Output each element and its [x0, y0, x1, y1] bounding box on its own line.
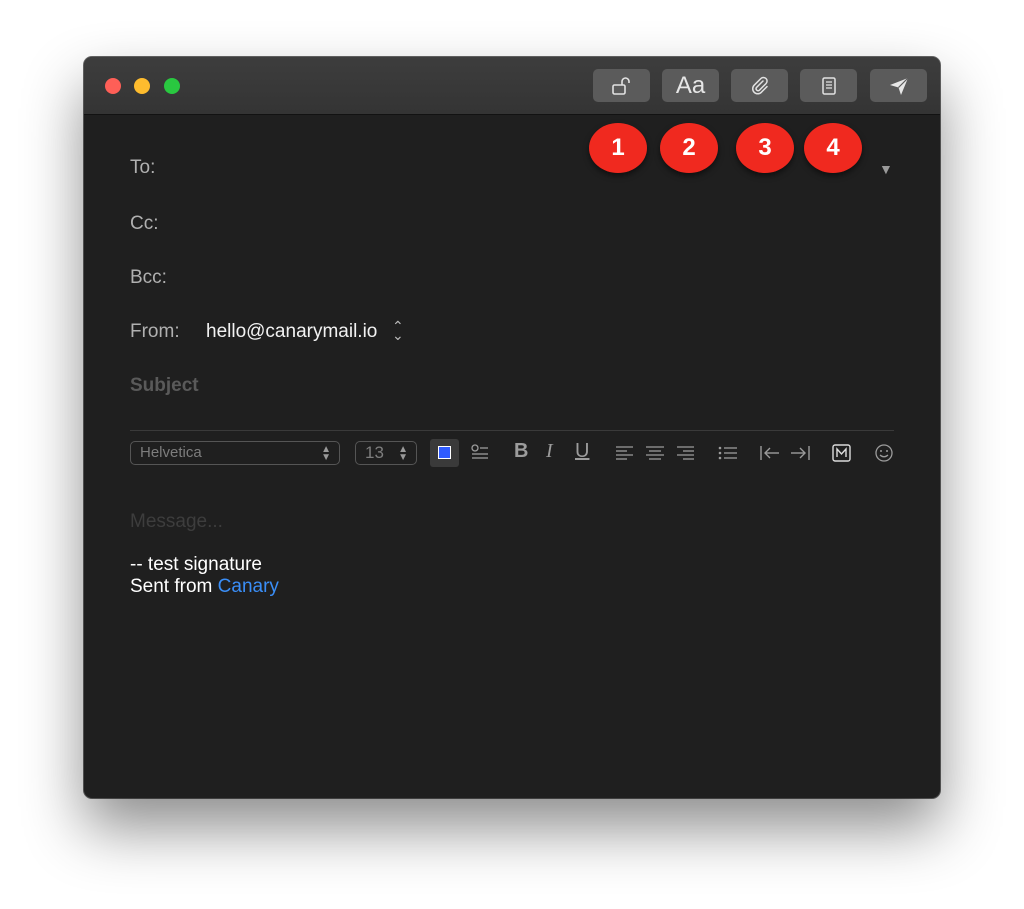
align-left-icon[interactable] — [615, 445, 635, 461]
highlight-icon[interactable] — [470, 443, 490, 463]
message-body-input[interactable]: Message... — [130, 511, 223, 533]
send-button[interactable] — [870, 69, 927, 102]
callout-badge-3: 3 — [736, 123, 794, 173]
align-center-icon[interactable] — [645, 445, 665, 461]
close-window-button[interactable] — [105, 78, 121, 94]
updown-icon: ▲ ▼ — [321, 444, 331, 463]
subject-input[interactable]: Subject — [130, 375, 199, 397]
zoom-window-button[interactable] — [164, 78, 180, 94]
emoji-icon[interactable] — [874, 443, 894, 463]
outdent-icon[interactable] — [759, 443, 781, 463]
callout-badge-4: 4 — [804, 123, 862, 173]
cc-label: Cc: — [130, 213, 159, 234]
divider — [130, 430, 894, 431]
font-size-select[interactable]: 13 ▲ ▼ — [355, 441, 417, 465]
format-button[interactable]: Aa — [662, 69, 719, 102]
callout-badge-1: 1 — [589, 123, 647, 173]
callout-badge-2: 2 — [660, 123, 718, 173]
signature-sent-from: Sent from Canary — [130, 576, 279, 598]
unlock-icon — [611, 76, 630, 95]
to-label: To: — [130, 157, 156, 178]
attach-button[interactable] — [731, 69, 788, 102]
bcc-label: Bcc: — [130, 267, 167, 288]
minimize-window-button[interactable] — [134, 78, 150, 94]
canary-link[interactable]: Canary — [218, 576, 279, 597]
from-label: From: — [130, 321, 180, 342]
indent-icon[interactable] — [789, 443, 811, 463]
titlebar: Aa — [84, 57, 940, 115]
template-button[interactable] — [800, 69, 857, 102]
underline-icon[interactable]: U — [575, 440, 589, 463]
bullet-list-icon[interactable] — [717, 445, 739, 461]
bold-icon[interactable]: B — [514, 440, 528, 463]
paperclip-icon — [751, 76, 768, 94]
font-size-value: 13 — [365, 443, 384, 462]
encrypt-button[interactable] — [593, 69, 650, 102]
signature-prefix: Sent from — [130, 576, 218, 597]
format-label: Aa — [675, 71, 706, 99]
updown-icon: ▲ ▼ — [398, 444, 408, 463]
send-icon — [889, 77, 908, 95]
font-family-value: Helvetica — [140, 444, 202, 461]
align-right-icon[interactable] — [675, 445, 695, 461]
signature-line: -- test signature — [130, 554, 262, 575]
recipient-expand-icon[interactable]: ▼ — [879, 161, 893, 177]
document-icon — [821, 76, 836, 95]
color-swatch-icon — [438, 446, 451, 459]
from-account-select[interactable]: hello@canarymail.io — [206, 321, 377, 343]
font-family-select[interactable]: Helvetica ▲ ▼ — [130, 441, 340, 465]
from-chevron-icon[interactable]: ⌃ ⌄ — [392, 319, 404, 342]
markdown-icon[interactable] — [832, 443, 852, 463]
italic-icon[interactable]: I — [546, 440, 553, 463]
text-color-button[interactable] — [430, 439, 459, 467]
compose-window: Aa 1 2 3 4 To: ▼ Cc: Bcc: From: hello@ca… — [84, 57, 940, 798]
